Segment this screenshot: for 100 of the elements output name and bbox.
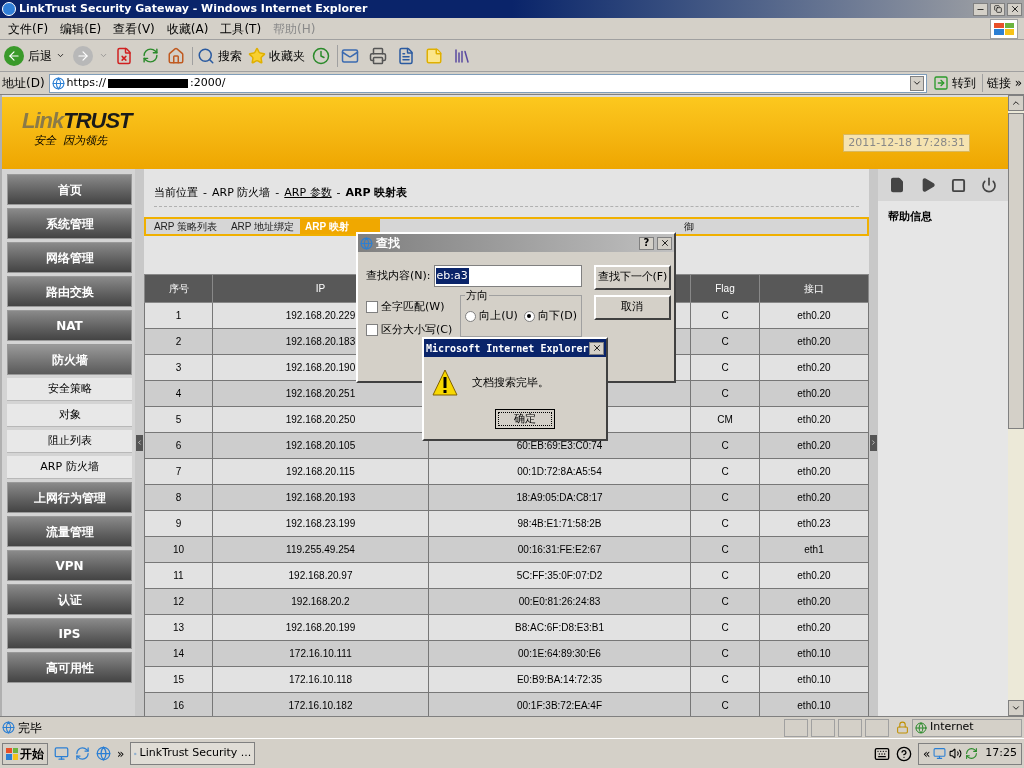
caret-icon	[56, 51, 65, 60]
nav-subitem[interactable]: 阻止列表	[7, 430, 132, 453]
nav-subitem[interactable]: 安全策略	[7, 378, 132, 401]
status-panel	[838, 718, 862, 737]
search-icon	[197, 46, 215, 65]
links-button[interactable]: 链接 »	[981, 74, 1022, 92]
star-icon	[248, 46, 266, 65]
power-icon[interactable]	[980, 177, 997, 193]
table-cell: 00:E0:81:26:24:83	[428, 588, 691, 614]
table-cell: 9	[144, 510, 213, 536]
alert-message: 文档搜索完毕。	[472, 374, 549, 391]
help-button[interactable]: ?	[639, 236, 654, 250]
close-button[interactable]	[657, 236, 672, 250]
stop-icon[interactable]	[950, 177, 966, 193]
start-button[interactable]: 开始	[2, 742, 48, 765]
tab[interactable]: ARP 地址绑定	[225, 218, 300, 234]
radio-button[interactable]	[523, 310, 535, 322]
back-button[interactable]: 后退	[2, 45, 67, 66]
menu-item[interactable]: 查看(V)	[107, 19, 161, 38]
ok-button[interactable]: 确定	[495, 409, 555, 429]
collapse-handle[interactable]	[136, 434, 143, 451]
table-cell: C	[690, 328, 760, 354]
breadcrumb-separator: -	[336, 185, 341, 201]
nav-button[interactable]: 认证	[7, 584, 132, 615]
search-button[interactable]: 搜索	[192, 46, 242, 65]
table-cell: C	[690, 614, 760, 640]
mail-icon[interactable]	[337, 44, 361, 67]
nav-button[interactable]: VPN	[7, 550, 132, 581]
nav-button[interactable]: 防火墙	[7, 344, 132, 375]
nav-button[interactable]: 系统管理	[7, 208, 132, 239]
table-cell: 5C:FF:35:0F:07:D2	[428, 562, 691, 588]
dialog-button[interactable]: 查找下一个(F)	[593, 265, 671, 290]
table-cell: C	[690, 640, 760, 666]
help-icon[interactable]	[895, 745, 912, 762]
radio-button[interactable]	[465, 310, 477, 322]
close-button[interactable]	[589, 341, 604, 355]
zone-text: Internet	[930, 719, 974, 736]
tab[interactable]: 御	[679, 218, 699, 234]
nav-subitem[interactable]: 对象	[7, 404, 132, 427]
nav-button[interactable]: 上网行为管理	[7, 482, 132, 513]
nav-button[interactable]: 高可用性	[7, 652, 132, 683]
breadcrumb-link[interactable]: ARP 参数	[284, 185, 332, 202]
menu-item[interactable]: 文件(F)	[2, 19, 55, 38]
menu-item[interactable]: 编辑(E)	[54, 19, 108, 38]
restore-button[interactable]	[990, 2, 1005, 16]
nav-button[interactable]: NAT	[7, 310, 132, 341]
table-cell: eth0.20	[759, 432, 869, 458]
table-cell: 192.168.20.199	[212, 614, 429, 640]
dropdown-button[interactable]	[909, 75, 924, 91]
table-cell: 119.255.49.254	[212, 536, 429, 562]
minimize-button[interactable]	[973, 2, 988, 16]
tray-expand-button[interactable]: «	[922, 744, 931, 763]
radio-label: 向下(D)	[537, 307, 577, 324]
nav-button[interactable]: IPS	[7, 618, 132, 649]
status-panel	[865, 718, 889, 737]
more-button[interactable]: »	[117, 744, 125, 763]
play-icon[interactable]	[920, 177, 937, 193]
table-cell: 15	[144, 666, 213, 692]
checkbox[interactable]	[366, 301, 378, 314]
taskbar-button[interactable]: LinkTrust Security ...	[130, 742, 256, 765]
collapse-handle[interactable]	[870, 434, 877, 451]
tab[interactable]: ARP 策略列表	[146, 218, 225, 234]
menu-item[interactable]: 收藏(A)	[160, 19, 215, 38]
table-cell: eth0.20	[759, 302, 869, 328]
table-cell: C	[690, 666, 760, 692]
close-icon	[1009, 4, 1020, 14]
quick-launch-icon[interactable]	[54, 746, 69, 761]
table-cell: eth0.20	[759, 328, 869, 354]
close-button[interactable]	[1007, 2, 1022, 16]
table-cell: eth1	[759, 536, 869, 562]
document-icon[interactable]	[889, 177, 906, 193]
table-cell: eth0.23	[759, 510, 869, 536]
find-input[interactable]: eb:a3	[433, 265, 582, 287]
table-cell: 00:1E:64:89:30:E6	[428, 640, 691, 666]
table-cell: C	[690, 536, 760, 562]
nav-button[interactable]: 路由交换	[7, 276, 132, 307]
go-button[interactable]: 转到	[930, 74, 978, 92]
windows-flag-icon	[6, 747, 18, 760]
nav-button[interactable]: 首页	[7, 174, 132, 205]
breadcrumb-separator: -	[203, 185, 207, 201]
table-cell: eth0.20	[759, 380, 869, 406]
keyboard-icon[interactable]	[873, 745, 890, 762]
favorites-button[interactable]: 收藏夹	[248, 46, 305, 65]
menu-item[interactable]: 工具(T)	[214, 19, 268, 38]
scrollbar[interactable]	[1008, 95, 1024, 716]
quick-launch-icon[interactable]	[96, 746, 111, 761]
url-text: https://	[66, 74, 107, 91]
status-panel	[784, 718, 808, 737]
address-field[interactable]: https:// :2000/	[48, 73, 927, 93]
table-cell: C	[690, 510, 760, 536]
quick-launch-icon[interactable]	[75, 746, 90, 761]
checkbox[interactable]	[366, 323, 378, 336]
nav-button[interactable]: 流量管理	[7, 516, 132, 547]
nav-button[interactable]: 网络管理	[7, 242, 132, 273]
nav-subitem[interactable]: ARP 防火墙	[7, 456, 132, 479]
dialog-button[interactable]: 取消	[593, 295, 671, 320]
page-icon	[2, 721, 15, 734]
table-cell: 18:A9:05:DA:C8:17	[428, 484, 691, 510]
table-cell: 3	[144, 354, 213, 380]
arrow-up-icon	[1011, 98, 1021, 108]
